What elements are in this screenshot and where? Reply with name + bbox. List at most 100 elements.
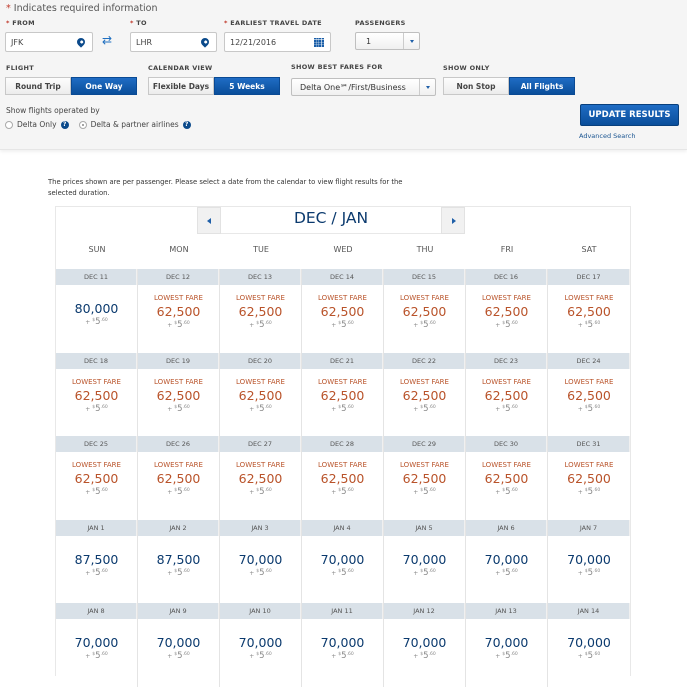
- passengers-select[interactable]: 1: [355, 32, 420, 50]
- calendar-day-cell[interactable]: DEC 23 LOWEST FARE 62,500 + $5.60: [466, 352, 548, 436]
- delta-partner-radio[interactable]: [78, 120, 87, 129]
- calendar-day-cell[interactable]: JAN 1 87,500 + $5.60: [56, 519, 138, 603]
- fare-miles-price[interactable]: 62,500: [138, 471, 219, 486]
- fare-miles-price[interactable]: 62,500: [466, 304, 547, 319]
- calendar-day-cell[interactable]: DEC 31 LOWEST FARE 62,500 + $5.60: [548, 436, 630, 520]
- fare-miles-price[interactable]: 62,500: [56, 388, 137, 403]
- calendar-day-cell[interactable]: DEC 17 LOWEST FARE 62,500 + $5.60: [548, 269, 630, 353]
- update-results-button[interactable]: UPDATE RESULTS: [580, 104, 679, 126]
- location-pin-icon[interactable]: [75, 36, 87, 48]
- calendar-day-cell[interactable]: DEC 15 LOWEST FARE 62,500 + $5.60: [384, 269, 466, 353]
- fare-miles-price[interactable]: 62,500: [138, 304, 219, 319]
- calendar-day-cell[interactable]: JAN 2 87,500 + $5.60: [138, 519, 220, 603]
- five-weeks-button[interactable]: 5 Weeks: [214, 77, 280, 95]
- location-pin-icon[interactable]: [199, 36, 211, 48]
- fare-miles-price[interactable]: 62,500: [138, 388, 219, 403]
- lowest-fare-badge: LOWEST FARE: [154, 461, 203, 469]
- delta-partner-label[interactable]: Delta & partner airlines: [91, 120, 179, 129]
- fare-miles-price[interactable]: 62,500: [302, 304, 383, 319]
- fare-miles-price[interactable]: 62,500: [548, 304, 630, 319]
- calendar-day-cell[interactable]: DEC 27 LOWEST FARE 62,500 + $5.60: [220, 436, 302, 520]
- fare-miles-price[interactable]: 70,000: [302, 552, 383, 567]
- fare-miles-price[interactable]: 70,000: [466, 635, 547, 650]
- calendar-day-cell[interactable]: JAN 4 70,000 + $5.60: [302, 519, 384, 603]
- fare-miles-price[interactable]: 62,500: [384, 388, 465, 403]
- calendar-day-cell[interactable]: JAN 11 70,000 + $5.60: [302, 603, 384, 687]
- calendar-day-cell[interactable]: DEC 22 LOWEST FARE 62,500 + $5.60: [384, 352, 466, 436]
- advanced-search-link[interactable]: Advanced Search: [579, 132, 636, 140]
- calendar-day-cell[interactable]: DEC 20 LOWEST FARE 62,500 + $5.60: [220, 352, 302, 436]
- calendar-day-cell[interactable]: JAN 12 70,000 + $5.60: [384, 603, 466, 687]
- help-icon[interactable]: ?: [182, 120, 191, 129]
- calendar-day-cell[interactable]: DEC 28 LOWEST FARE 62,500 + $5.60: [302, 436, 384, 520]
- non-stop-button[interactable]: Non Stop: [443, 77, 509, 95]
- fare-miles-price[interactable]: 62,500: [220, 388, 301, 403]
- calendar-day-cell[interactable]: JAN 7 70,000 + $5.60: [548, 519, 630, 603]
- fare-miles-price[interactable]: 70,000: [548, 552, 630, 567]
- round-trip-button[interactable]: Round Trip: [5, 77, 71, 95]
- calendar-day-cell[interactable]: DEC 24 LOWEST FARE 62,500 + $5.60: [548, 352, 630, 436]
- calendar-day-cell[interactable]: DEC 11 80,000 + $5.60: [56, 269, 138, 353]
- calendar-day-cell[interactable]: DEC 12 LOWEST FARE 62,500 + $5.60: [138, 269, 220, 353]
- all-flights-button[interactable]: All Flights: [509, 77, 575, 95]
- calendar-day-cell[interactable]: DEC 16 LOWEST FARE 62,500 + $5.60: [466, 269, 548, 353]
- fare-tax: + $5.60: [466, 651, 547, 661]
- calendar-day-cell[interactable]: DEC 25 LOWEST FARE 62,500 + $5.60: [56, 436, 138, 520]
- best-fares-select[interactable]: Delta One℠/First/Business: [291, 78, 436, 96]
- fare-miles-price[interactable]: 62,500: [548, 388, 630, 403]
- calendar-day-cell[interactable]: JAN 10 70,000 + $5.60: [220, 603, 302, 687]
- fare-miles-price[interactable]: 70,000: [220, 552, 301, 567]
- flexible-days-button[interactable]: Flexible Days: [148, 77, 214, 95]
- calendar-day-cell[interactable]: JAN 3 70,000 + $5.60: [220, 519, 302, 603]
- swap-arrows-icon[interactable]: ⇄: [102, 33, 112, 47]
- fare-miles-price[interactable]: 70,000: [466, 552, 547, 567]
- calendar-day-cell[interactable]: DEC 18 LOWEST FARE 62,500 + $5.60: [56, 352, 138, 436]
- fare-miles-price[interactable]: 62,500: [466, 388, 547, 403]
- calendar-day-cell[interactable]: DEC 19 LOWEST FARE 62,500 + $5.60: [138, 352, 220, 436]
- fare-miles-price[interactable]: 70,000: [220, 635, 301, 650]
- calendar-day-cell[interactable]: JAN 5 70,000 + $5.60: [384, 519, 466, 603]
- fare-miles-price[interactable]: 62,500: [466, 471, 547, 486]
- calendar-icon[interactable]: [314, 38, 324, 47]
- fare-miles-price[interactable]: 62,500: [220, 471, 301, 486]
- fare-miles-price[interactable]: 87,500: [56, 552, 137, 567]
- fare-tax: + $5.60: [302, 404, 383, 414]
- fare-miles-price[interactable]: 70,000: [384, 552, 465, 567]
- fare-miles-price[interactable]: 70,000: [56, 635, 137, 650]
- fare-miles-price[interactable]: 62,500: [56, 471, 137, 486]
- calendar-day-cell[interactable]: JAN 6 70,000 + $5.60: [466, 519, 548, 603]
- calendar-day-cell[interactable]: JAN 13 70,000 + $5.60: [466, 603, 548, 687]
- to-input[interactable]: LHR: [130, 32, 217, 52]
- calendar-day-cell[interactable]: DEC 26 LOWEST FARE 62,500 + $5.60: [138, 436, 220, 520]
- fare-miles-price[interactable]: 70,000: [548, 635, 630, 650]
- fare-miles-price[interactable]: 62,500: [302, 471, 383, 486]
- fare-miles-price[interactable]: 62,500: [302, 388, 383, 403]
- fare-miles-price[interactable]: 70,000: [302, 635, 383, 650]
- fare-miles-price[interactable]: 62,500: [384, 304, 465, 319]
- fare-miles-price[interactable]: 80,000: [56, 301, 137, 316]
- help-icon[interactable]: ?: [60, 120, 69, 129]
- fare-miles-price[interactable]: 62,500: [548, 471, 630, 486]
- calendar-day-cell[interactable]: DEC 21 LOWEST FARE 62,500 + $5.60: [302, 352, 384, 436]
- next-month-arrow-icon[interactable]: [441, 207, 465, 234]
- fare-miles-price[interactable]: 62,500: [220, 304, 301, 319]
- calendar-day-cell[interactable]: DEC 30 LOWEST FARE 62,500 + $5.60: [466, 436, 548, 520]
- day-of-week-header: SUN MON TUE WED THU FRI SAT: [56, 245, 630, 254]
- calendar-day-cell[interactable]: JAN 9 70,000 + $5.60: [138, 603, 220, 687]
- calendar-day-cell[interactable]: DEC 14 LOWEST FARE 62,500 + $5.60: [302, 269, 384, 353]
- previous-month-arrow-icon[interactable]: [197, 207, 221, 234]
- calendar-day-cell[interactable]: DEC 29 LOWEST FARE 62,500 + $5.60: [384, 436, 466, 520]
- fare-miles-price[interactable]: 70,000: [384, 635, 465, 650]
- delta-only-radio[interactable]: [5, 120, 13, 129]
- calendar-day-cell[interactable]: JAN 14 70,000 + $5.60: [548, 603, 630, 687]
- calendar-day-cell[interactable]: DEC 13 LOWEST FARE 62,500 + $5.60: [220, 269, 302, 353]
- tax-cents: .60: [428, 568, 436, 574]
- from-input[interactable]: JFK: [5, 32, 93, 52]
- fare-miles-price[interactable]: 62,500: [384, 471, 465, 486]
- fare-miles-price[interactable]: 87,500: [138, 552, 219, 567]
- travel-date-input[interactable]: 12/21/2016: [224, 32, 331, 52]
- one-way-button[interactable]: One Way: [71, 77, 137, 95]
- calendar-day-cell[interactable]: JAN 8 70,000 + $5.60: [56, 603, 138, 687]
- fare-miles-price[interactable]: 70,000: [138, 635, 219, 650]
- delta-only-label[interactable]: Delta Only: [17, 120, 57, 129]
